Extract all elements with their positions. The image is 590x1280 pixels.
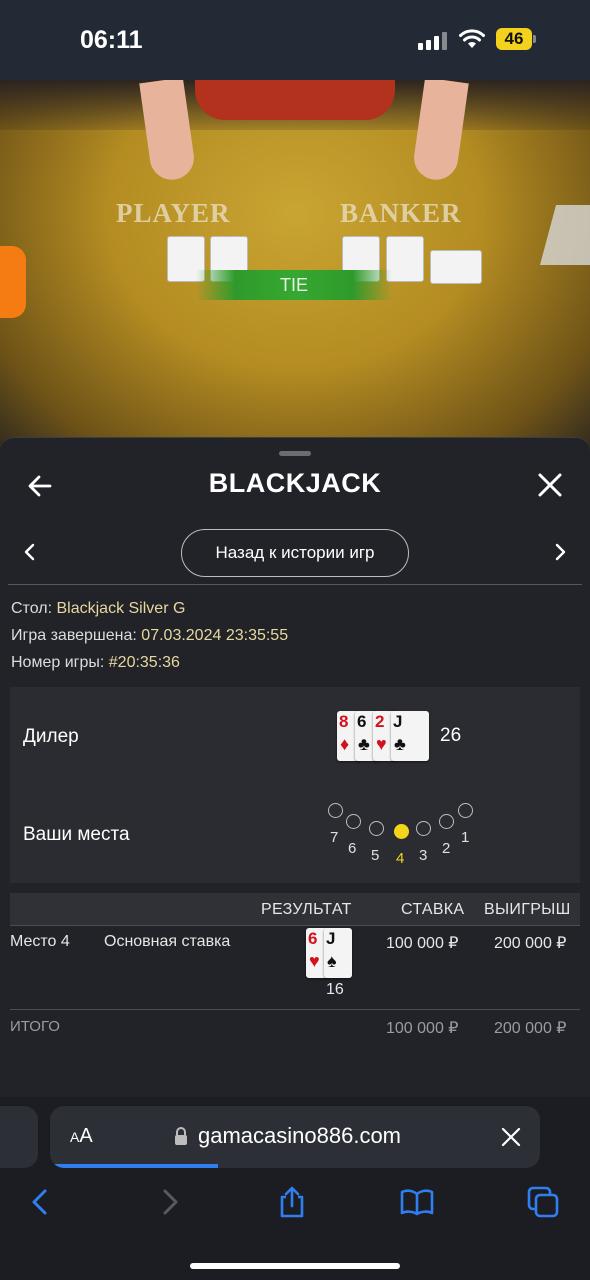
row-win: 200 000 ₽: [494, 935, 567, 952]
seat-2-dot[interactable]: [439, 814, 454, 829]
previous-tab-pill[interactable]: [0, 1106, 38, 1168]
seat-7-dot[interactable]: [328, 803, 343, 818]
chevron-left-icon[interactable]: [20, 542, 40, 562]
column-win: ВЫИГРЫШ: [484, 901, 571, 918]
banker-area-label: BANKER: [340, 198, 462, 228]
card-suit: ♣: [358, 734, 370, 754]
divider: [10, 925, 580, 926]
row-bet-type: Основная ставка: [104, 933, 231, 950]
table-info-value: Blackjack Silver G: [56, 600, 186, 617]
divider: [10, 1009, 580, 1010]
panel-title: BLACKJACK: [208, 468, 382, 498]
reader-aa-button[interactable]: AA: [70, 1125, 93, 1148]
seat-4-number: 4: [396, 850, 405, 867]
row-place: Место 4: [10, 933, 70, 950]
dealer-card: J ♣: [391, 711, 429, 761]
game-number-info: Номер игры: #20:35:36: [11, 654, 180, 672]
seat-5-number: 5: [371, 847, 380, 864]
lock-icon: [175, 1127, 187, 1145]
card-rank: J: [326, 929, 336, 948]
page-load-progress: [50, 1164, 218, 1168]
forward-icon[interactable]: [152, 1185, 186, 1219]
card-suit: ♥: [376, 734, 387, 754]
back-to-history-button[interactable]: Назад к истории игр: [181, 529, 409, 577]
card-rank: 8: [339, 712, 349, 731]
tie-result-bar: TIE: [196, 270, 392, 300]
seat-3-dot[interactable]: [416, 821, 431, 836]
tabs-icon[interactable]: [526, 1185, 560, 1219]
player-area-label: PLAYER: [116, 198, 231, 228]
dealer-total: 26: [440, 725, 462, 746]
game-number-label: Номер игры:: [11, 654, 105, 671]
card-suit: ♣: [394, 734, 406, 754]
table-card: [430, 250, 482, 284]
divider: [8, 584, 582, 585]
card-shoe: [539, 205, 590, 265]
column-stake: СТАВКА: [401, 901, 465, 918]
table-info-label: Стол:: [11, 600, 53, 617]
stop-loading-icon[interactable]: [500, 1126, 522, 1148]
seat-7-number: 7: [330, 829, 339, 846]
card-rank: 6: [308, 929, 318, 948]
share-icon[interactable]: [275, 1185, 309, 1219]
total-label: ИТОГО: [10, 1018, 60, 1035]
close-icon[interactable]: [536, 471, 564, 499]
back-icon[interactable]: [24, 1185, 58, 1219]
round-summary-box: [10, 687, 580, 883]
browser-toolbar: AA gamacasino886.com: [0, 1097, 590, 1280]
game-history-panel: BLACKJACK Назад к истории игр Стол: Blac…: [0, 437, 590, 1097]
seat-6-number: 6: [348, 840, 357, 857]
card-rank: 6: [357, 712, 367, 731]
side-menu-tab[interactable]: [0, 246, 26, 318]
url-text: gamacasino886.com: [198, 1123, 402, 1148]
seat-4-dot[interactable]: [394, 824, 409, 839]
card-suit: ♦: [340, 734, 350, 754]
table-info: Стол: Blackjack Silver G: [11, 600, 185, 618]
row-hand-total: 16: [326, 981, 344, 998]
game-finished-info: Игра завершена: 07.03.2024 23:35:55: [11, 627, 288, 645]
game-finished-value: 07.03.2024 23:35:55: [141, 627, 289, 644]
card-suit: ♥: [309, 951, 320, 971]
player-card: J ♠: [324, 928, 352, 978]
dealer-label: Дилер: [23, 726, 79, 747]
your-seats-label: Ваши места: [23, 824, 130, 845]
game-number-value: #20:35:36: [108, 654, 180, 671]
drag-handle[interactable]: [279, 451, 311, 456]
status-bar: 06:11 46: [0, 0, 590, 80]
game-finished-label: Игра завершена:: [11, 627, 137, 644]
column-result: РЕЗУЛЬТАТ: [261, 901, 352, 918]
dealer-figure: [195, 80, 395, 120]
seat-3-number: 3: [419, 847, 428, 864]
cellular-signal-icon: [418, 32, 448, 50]
row-stake: 100 000 ₽: [386, 935, 459, 952]
live-game-video[interactable]: PLAYER BANKER TIE: [0, 80, 590, 460]
home-indicator[interactable]: [190, 1263, 400, 1269]
battery-level: 46: [496, 28, 532, 50]
seat-6-dot[interactable]: [346, 814, 361, 829]
card-rank: J: [393, 712, 403, 731]
seat-2-number: 2: [442, 840, 451, 857]
address-bar[interactable]: AA gamacasino886.com: [50, 1106, 540, 1168]
total-win: 200 000 ₽: [494, 1020, 567, 1037]
card-rank: 2: [375, 712, 385, 731]
seat-1-dot[interactable]: [458, 803, 473, 818]
total-stake: 100 000 ₽: [386, 1020, 459, 1037]
status-time: 06:11: [80, 26, 143, 54]
seat-1-number: 1: [461, 829, 470, 846]
results-table-header: РЕЗУЛЬТАТ СТАВКА ВЫИГРЫШ: [10, 893, 580, 925]
chevron-right-icon[interactable]: [550, 542, 570, 562]
wifi-icon: [459, 29, 485, 48]
battery-icon: 46: [496, 28, 536, 50]
card-suit: ♠: [327, 951, 337, 971]
seat-5-dot[interactable]: [369, 821, 384, 836]
bookmarks-icon[interactable]: [400, 1185, 434, 1219]
